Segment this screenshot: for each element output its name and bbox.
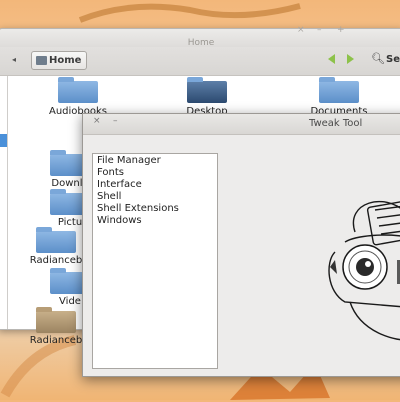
close-icon[interactable]: × bbox=[93, 116, 101, 126]
desktop-folder-icon bbox=[187, 77, 227, 103]
minimize-icon[interactable]: – bbox=[113, 116, 118, 126]
file-item-desktop[interactable]: Desktop bbox=[167, 77, 247, 117]
file-item-audiobooks[interactable]: Audiobooks bbox=[38, 77, 118, 117]
minimize-icon[interactable]: – bbox=[317, 25, 322, 35]
file-item-radianceb[interactable]: Radianceb bbox=[24, 227, 88, 266]
tweak-category-list: File Manager Fonts Interface Shell Shell… bbox=[92, 153, 218, 369]
sidebar-selected-item[interactable] bbox=[0, 134, 7, 147]
breadcrumb-home[interactable]: Home bbox=[31, 51, 87, 70]
nav-forward-arrow-icon[interactable] bbox=[347, 54, 354, 64]
maximize-icon[interactable]: + bbox=[337, 25, 345, 35]
file-item-label: Radianceb bbox=[29, 255, 83, 266]
folder-icon bbox=[36, 227, 76, 253]
tweak-tool-window: × – Tweak Tool File Manager Fonts Interf… bbox=[82, 113, 400, 377]
category-interface[interactable]: Interface bbox=[97, 179, 142, 190]
search-label[interactable]: Se bbox=[386, 54, 400, 65]
nav-back-arrow-icon[interactable] bbox=[328, 54, 335, 64]
category-file-manager[interactable]: File Manager bbox=[97, 155, 161, 166]
search-icon[interactable]: 🔍︎ bbox=[371, 52, 385, 65]
breadcrumb-label: Home bbox=[49, 55, 82, 66]
back-icon[interactable]: ◂ bbox=[12, 55, 16, 64]
file-manager-toolbar: ◂ Home 🔍︎ Se bbox=[0, 47, 400, 76]
wallpaper-leaf bbox=[78, 3, 301, 23]
tweak-tool-titlebar[interactable]: × – Tweak Tool bbox=[83, 114, 400, 135]
file-item-documents[interactable]: Documents bbox=[299, 77, 379, 117]
places-sidebar bbox=[0, 76, 8, 329]
close-icon[interactable]: × bbox=[297, 25, 305, 35]
file-item-label: Radianceb bbox=[29, 335, 83, 346]
category-shell-extensions[interactable]: Shell Extensions bbox=[97, 203, 179, 214]
window-title: Tweak Tool bbox=[309, 118, 363, 129]
file-manager-titlebar[interactable]: × – + Home bbox=[0, 25, 400, 48]
zip-archive-icon bbox=[36, 307, 76, 333]
folder-icon bbox=[58, 77, 98, 103]
home-folder-icon bbox=[36, 56, 47, 65]
file-item-radianceb-zip[interactable]: Radianceb bbox=[24, 307, 88, 346]
tweak-tool-illustration bbox=[328, 200, 400, 341]
category-shell[interactable]: Shell bbox=[97, 191, 121, 202]
folder-icon bbox=[319, 77, 359, 103]
category-windows[interactable]: Windows bbox=[97, 215, 142, 226]
category-fonts[interactable]: Fonts bbox=[97, 167, 124, 178]
